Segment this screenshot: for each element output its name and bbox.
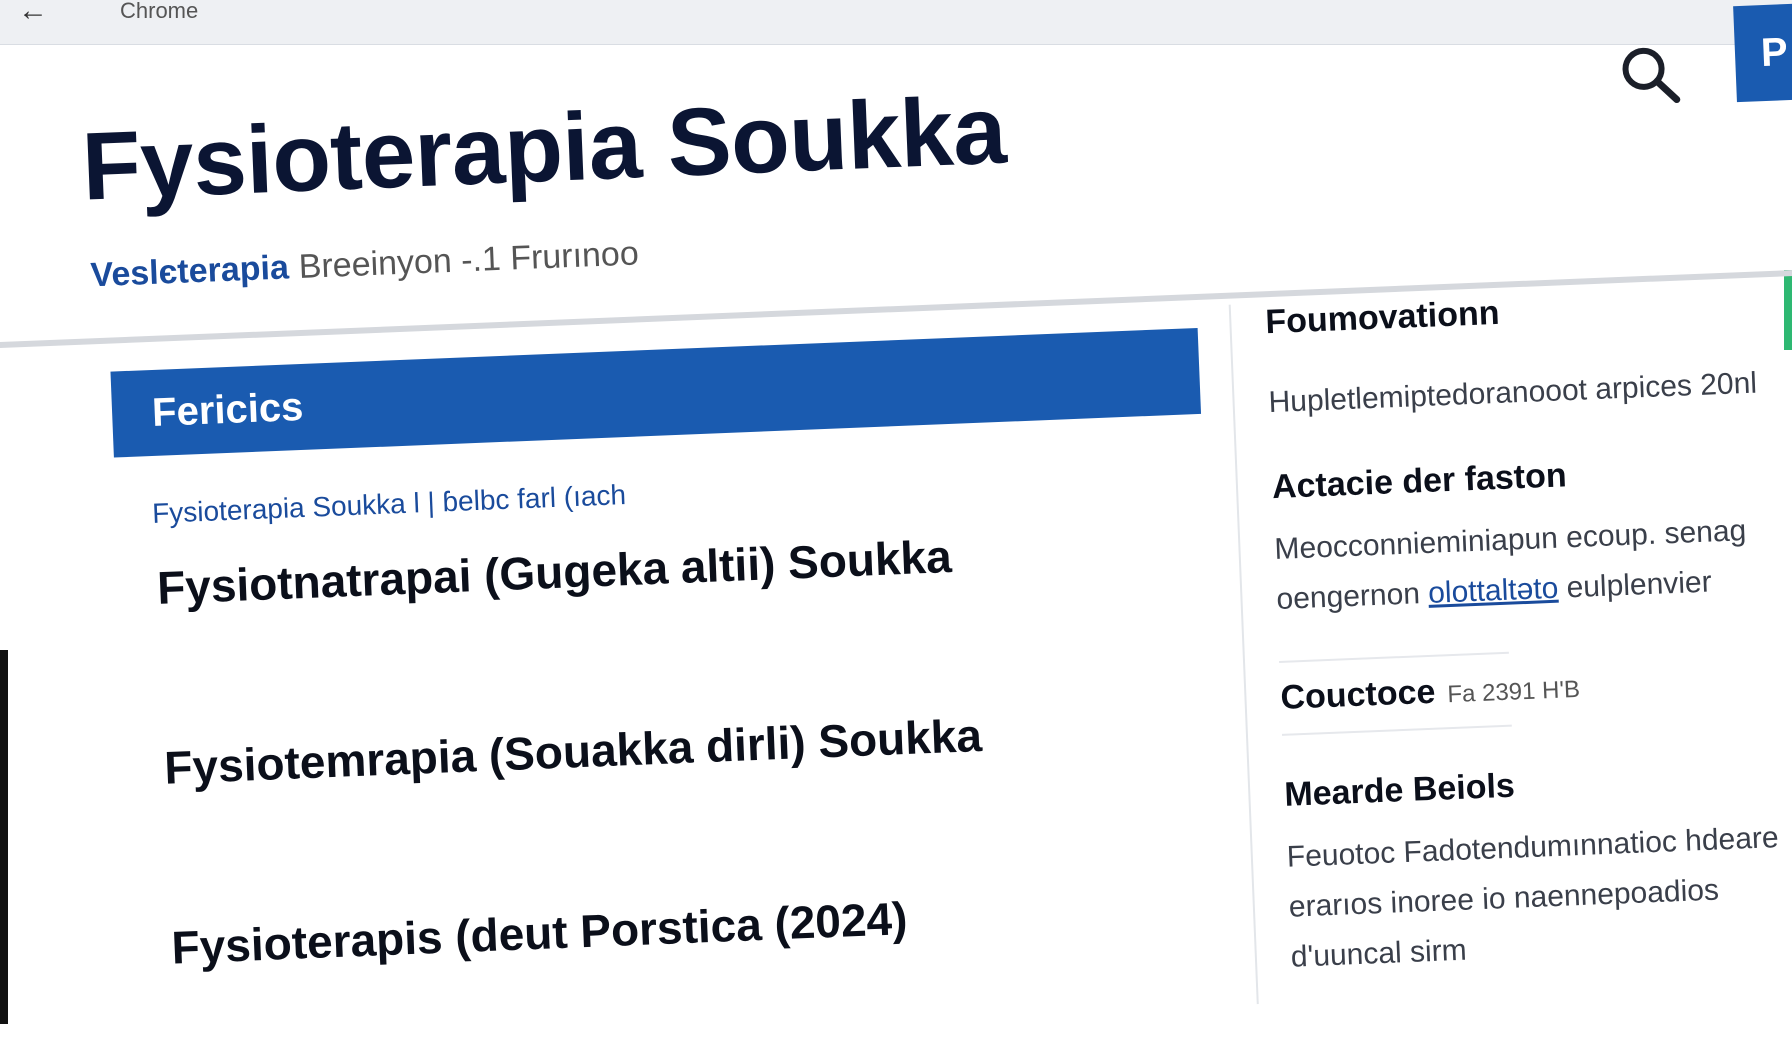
result-link[interactable]: Fysiotnatrapai (Gugeka altii) Soukka <box>156 518 1158 618</box>
sidebar-paragraph: Feuotoc Fadotendumınnatioc hdeare erarıo… <box>1286 821 1780 974</box>
sidebar-subheading: Mearde Beiols <box>1283 766 1516 814</box>
subtitle-accent: Veslєterapia <box>89 248 290 295</box>
contact-label: Couctoce <box>1279 672 1437 717</box>
site-title: Fysioterapia Soukka <box>80 76 1008 221</box>
sidebar-paragraph: Meocconnieminiapun ecoup. senag oengerno… <box>1274 504 1792 625</box>
result-link[interactable]: Fysiotemrapia (Souakka dirli) Soukka <box>163 698 1165 798</box>
sidebar-paragraph-text: eulplenvier <box>1565 565 1713 605</box>
sidebar-inline-link[interactable]: olottaltəto <box>1428 572 1559 610</box>
sidebar-intro-text: Hupletlemiptedoranooot arpices 20nl <box>1267 366 1758 420</box>
subtitle-text: Breeinyon -.1 Frurınoo <box>298 234 640 286</box>
screen-bezel <box>0 650 8 1024</box>
sidebar-subheading: Actacie der faston <box>1271 456 1568 507</box>
site-subtitle: Veslєterapia Breeinyon -.1 Frurınoo <box>90 234 640 295</box>
header-cta-button[interactable]: P <box>1733 2 1792 103</box>
page-content: Fysioterapia Soukka Veslєterapia Breeinyo… <box>0 0 1792 1048</box>
info-sidebar: Foumovationn Hupletlemiptedoranooot arpi… <box>1265 282 1792 982</box>
contact-row: Couctoce Fa 2391 H'B <box>1279 651 1581 736</box>
section-title: Fericics <box>151 384 305 435</box>
search-icon[interactable] <box>1617 41 1684 108</box>
section-header-bar: Fericics <box>110 327 1202 458</box>
breadcrumb[interactable]: Fysioterapia Soukka l | ɓelbc farl (ıach <box>152 479 627 530</box>
contact-value[interactable]: Fa 2391 H'B <box>1447 676 1581 708</box>
result-link[interactable]: Fysioterapis (deut Porstica (2024) <box>170 878 1172 978</box>
sidebar-divider <box>1228 304 1259 1005</box>
